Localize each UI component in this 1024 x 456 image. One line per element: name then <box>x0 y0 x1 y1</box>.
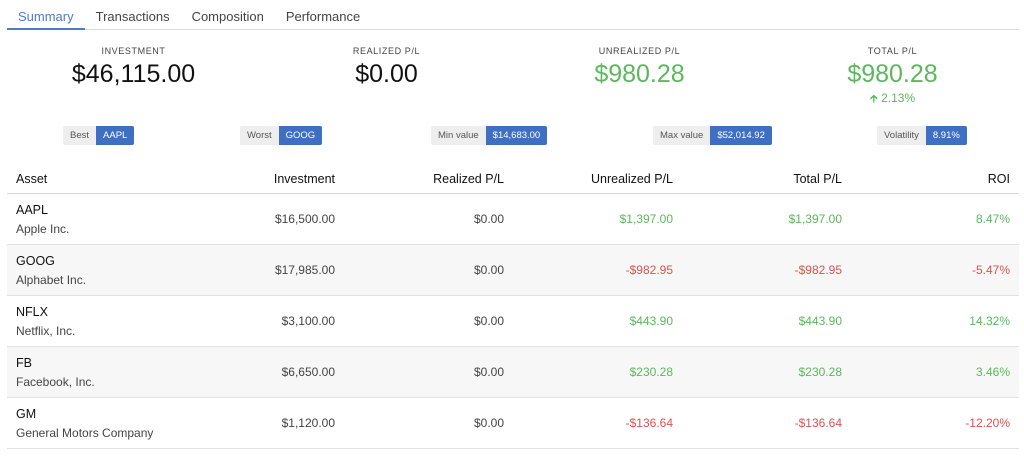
tab-transactions[interactable]: Transactions <box>85 0 181 30</box>
realized-cell: $0.00 <box>473 314 504 328</box>
stat-investment-value: $46,115.00 <box>71 60 196 88</box>
realized-cell: $0.00 <box>473 365 504 379</box>
asset-name: Alphabet Inc. <box>16 272 87 287</box>
badge-best-label: Best <box>63 126 97 145</box>
asset-cell: GOOG Alphabet Inc. <box>7 254 172 287</box>
table-row[interactable]: NFLX Netflix, Inc. $3,100.00 $0.00 $443.… <box>7 296 1019 347</box>
asset-name: Facebook, Inc. <box>16 374 95 389</box>
asset-symbol: GOOG <box>16 253 55 268</box>
table-row[interactable]: GM General Motors Company $1,120.00 $0.0… <box>7 398 1019 449</box>
tab-bar: Summary Transactions Composition Perform… <box>7 0 1019 30</box>
stat-total-change: 🡱 2.13% <box>766 90 1019 109</box>
asset-symbol: FB <box>16 355 32 370</box>
realized-cell: $0.00 <box>473 416 504 430</box>
asset-name: General Motors Company <box>16 425 154 440</box>
realized-cell: $0.00 <box>473 212 504 226</box>
stat-unrealized-label: UNREALIZED P/L <box>598 46 681 56</box>
badge-volatility-value: 8.91% <box>925 126 967 145</box>
holdings-table: Asset Investment Realized P/L Unrealized… <box>7 164 1019 449</box>
asset-name: Apple Inc. <box>16 221 70 236</box>
roi-cell: -12.20% <box>965 416 1010 430</box>
investment-cell: $1,120.00 <box>281 416 335 430</box>
investment-cell: $17,985.00 <box>274 263 335 277</box>
stat-total: TOTAL P/L $980.28 🡱 2.13% <box>766 46 1019 109</box>
header-asset[interactable]: Asset <box>7 172 172 186</box>
arrow-up-icon: 🡱 <box>869 93 878 105</box>
badge-min-value: Min value $14,683.00 <box>431 126 548 145</box>
asset-name: Netflix, Inc. <box>16 323 76 338</box>
badge-worst-label: Worst <box>240 126 279 145</box>
stat-realized-value: $0.00 <box>355 60 418 88</box>
stat-realized: REALIZED P/L $0.00 <box>260 46 513 89</box>
asset-symbol: NFLX <box>16 304 48 319</box>
investment-cell: $3,100.00 <box>281 314 335 328</box>
stat-total-label: TOTAL P/L <box>867 46 918 56</box>
unrealized-cell: -$982.95 <box>625 263 673 277</box>
total-cell: $230.28 <box>798 365 842 379</box>
tab-summary[interactable]: Summary <box>7 0 85 30</box>
stat-realized-label: REALIZED P/L <box>352 46 421 56</box>
roi-cell: 3.46% <box>975 365 1010 379</box>
roi-cell: 14.32% <box>969 314 1010 328</box>
tab-composition[interactable]: Composition <box>181 0 275 30</box>
badge-volatility: Volatility 8.91% <box>877 126 967 145</box>
total-cell: $1,397.00 <box>788 212 842 226</box>
asset-cell: AAPL Apple Inc. <box>7 203 172 236</box>
badge-best-value: AAPL <box>96 126 135 145</box>
asset-symbol: GM <box>16 406 37 421</box>
badge-best: Best AAPL <box>63 126 135 145</box>
header-unrealized[interactable]: Unrealized P/L <box>504 172 673 186</box>
badge-volatility-label: Volatility <box>877 126 926 145</box>
stat-unrealized: UNREALIZED P/L $980.28 <box>513 46 766 89</box>
table-row[interactable]: GOOG Alphabet Inc. $17,985.00 $0.00 -$98… <box>7 245 1019 296</box>
total-cell: -$136.64 <box>794 416 842 430</box>
stat-investment-label: INVESTMENT <box>101 46 166 56</box>
stat-total-value: $980.28 <box>847 60 938 88</box>
badge-min-label: Min value <box>431 126 486 145</box>
total-cell: -$982.95 <box>794 263 842 277</box>
badge-max-value: Max value $52,014.92 <box>653 126 772 145</box>
table-row[interactable]: FB Facebook, Inc. $6,650.00 $0.00 $230.2… <box>7 347 1019 398</box>
roi-cell: -5.47% <box>971 263 1010 277</box>
investment-cell: $6,650.00 <box>281 365 335 379</box>
stat-investment: INVESTMENT $46,115.00 <box>7 46 260 89</box>
stat-unrealized-value: $980.28 <box>594 60 685 88</box>
investment-cell: $16,500.00 <box>274 212 335 226</box>
unrealized-cell: $1,397.00 <box>619 212 673 226</box>
header-realized[interactable]: Realized P/L <box>335 172 504 186</box>
asset-symbol: AAPL <box>16 202 48 217</box>
asset-cell: NFLX Netflix, Inc. <box>7 305 172 338</box>
roi-cell: 8.47% <box>975 212 1010 226</box>
badge-max-label: Max value <box>653 126 711 145</box>
badge-max-value-amount: $52,014.92 <box>710 126 772 145</box>
stat-total-change-value: 2.13% <box>881 91 916 105</box>
header-roi[interactable]: ROI <box>842 172 1010 186</box>
header-total[interactable]: Total P/L <box>673 172 842 186</box>
header-investment[interactable]: Investment <box>172 172 335 186</box>
unrealized-cell: $443.90 <box>629 314 673 328</box>
badge-worst: Worst GOOG <box>240 126 323 145</box>
realized-cell: $0.00 <box>473 263 504 277</box>
unrealized-cell: -$136.64 <box>625 416 673 430</box>
total-cell: $443.90 <box>798 314 842 328</box>
asset-cell: GM General Motors Company <box>7 407 172 440</box>
asset-cell: FB Facebook, Inc. <box>7 356 172 389</box>
tab-performance[interactable]: Performance <box>275 0 371 30</box>
table-row[interactable]: AAPL Apple Inc. $16,500.00 $0.00 $1,397.… <box>7 194 1019 245</box>
badge-worst-value: GOOG <box>278 126 323 145</box>
unrealized-cell: $230.28 <box>629 365 673 379</box>
table-header: Asset Investment Realized P/L Unrealized… <box>7 164 1019 194</box>
badge-min-value-amount: $14,683.00 <box>485 126 548 145</box>
